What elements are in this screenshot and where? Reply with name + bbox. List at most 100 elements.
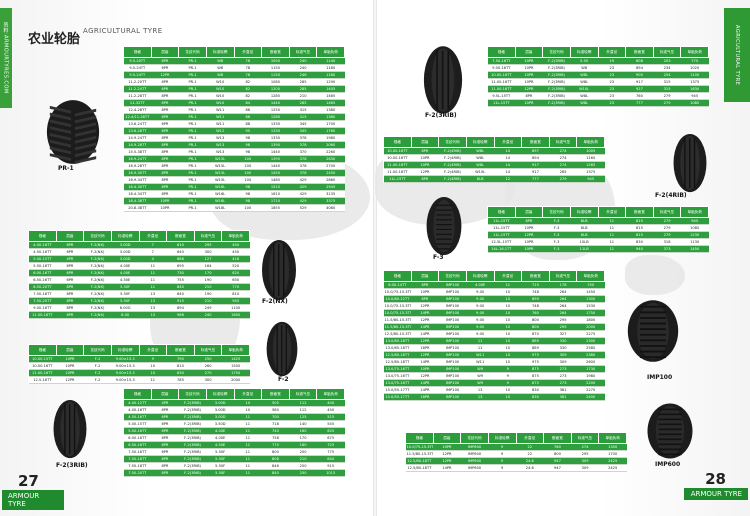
table-row: 13.0/75-16TT 14PR IMP100 W9 9 875 273 2200 xyxy=(383,379,605,387)
table-cell: 1750 xyxy=(576,309,605,317)
table-cell: 345 xyxy=(289,127,317,135)
column-header: 断面宽 xyxy=(166,344,195,356)
table-cell: F-2(3RIB) xyxy=(542,57,571,65)
table-cell: 7 xyxy=(139,248,167,256)
table-cell: 9.00-16TT xyxy=(487,64,516,72)
table-cell: IMP100 xyxy=(438,372,467,380)
table-cell: 1600 xyxy=(221,311,250,319)
column-header: 层级 xyxy=(514,46,544,58)
column-header: 标准气压 xyxy=(570,432,600,444)
table-cell: IMP100 xyxy=(438,365,467,373)
table-cell: 11 xyxy=(139,276,167,284)
table-cell: 12.4-28TT xyxy=(123,106,152,114)
table-cell: 9 xyxy=(488,457,516,465)
table-cell: PR-1 xyxy=(178,155,207,163)
table-cell: 10PR xyxy=(515,245,543,253)
table-row: 16.9-28TT 8PR PR-1 W15L 100 1440 378 2700 xyxy=(123,162,345,170)
table-cell: 1280 xyxy=(261,113,290,121)
table-row: 5.00-15TT 4PR F-2(NX) 3.00D 4 686 127 418 xyxy=(28,255,250,263)
table-cell: 775 xyxy=(261,441,290,449)
table-cell: 18.4-30TT xyxy=(123,183,152,191)
column-header: 外直径 xyxy=(597,206,627,218)
table-cell: 10.0/75-15.3TT xyxy=(405,443,434,451)
table-cell: 180 xyxy=(289,441,317,449)
table-cell: PR-1 xyxy=(178,127,207,135)
tire-label-f2-3rib-left: F-2(3RIB) xyxy=(56,462,88,469)
table-cell: 10 xyxy=(494,337,522,345)
table-cell: F-2(3RIB) xyxy=(178,455,207,463)
table-cell: 6PR xyxy=(151,413,179,421)
table-cell: 8LB xyxy=(570,224,598,232)
table-cell: 6PR xyxy=(151,85,179,93)
table-cell: 11 xyxy=(598,231,626,239)
table-cell: 8PR xyxy=(151,92,179,100)
column-header: 断面宽 xyxy=(625,206,654,218)
table-cell: 373 xyxy=(653,245,681,253)
table-cell: 8PR xyxy=(515,92,543,100)
table-cell: 889 xyxy=(521,344,550,352)
table-cell: 11 xyxy=(234,448,262,456)
table-cell: W15L xyxy=(206,155,234,163)
table-cell: 6.50-16TT xyxy=(123,441,152,449)
heading-english: AGRICULTURAL TYRE xyxy=(83,27,163,35)
table-cell: 830 xyxy=(521,393,550,401)
table-cell: 254 xyxy=(653,71,681,79)
table-cell: 12PR xyxy=(433,450,461,458)
table-cell: 274 xyxy=(549,161,577,169)
table-cell: W16L xyxy=(206,197,234,205)
column-header: 标准轮辋 xyxy=(465,136,495,148)
table-cell: 13.0/65-18TT xyxy=(383,344,412,352)
table-cell: 11L-15TT xyxy=(487,217,516,225)
table-cell: 13.0/75-16TT xyxy=(383,379,412,387)
spec-table: 规格 层级 花纹代码 标准轮辋 外直径 断面宽 标准气压 单胎负荷 4.00-16TT 6PR F-… xyxy=(28,230,250,319)
table-cell: 4PR xyxy=(56,255,84,263)
table-row: 10.00-16TT 8PR F-2(4RIB) W8L 14 897 274 1005 xyxy=(383,147,605,155)
table-cell: 1350 xyxy=(598,443,627,451)
table-header-row: 规格 层级 花纹代码 标准轮辋 外直径 断面宽 标准气压 单胎负荷 xyxy=(405,432,627,444)
table-cell: PR-1 xyxy=(178,190,207,198)
table-cell: 875 xyxy=(521,365,550,373)
table-cell: IMP100 xyxy=(438,330,467,338)
table-cell: IMP600 xyxy=(460,457,489,465)
table-cell: 378 xyxy=(289,155,317,163)
table-row: 11L-15TT 10PR F-2(3RIB) W8L 23 777 279 1080 xyxy=(487,99,709,107)
table-cell: 810 xyxy=(221,290,250,298)
table-cell: 8PR xyxy=(56,311,84,319)
table-cell: W15L xyxy=(206,162,234,170)
table-cell: 894 xyxy=(625,64,654,72)
column-header: 花纹代码 xyxy=(83,344,112,356)
column-header: 规格 xyxy=(28,344,57,356)
table-row: 7.50-18TT 8PR F-2(3RIB) 5.50F 11 846 250 915 xyxy=(123,462,345,470)
table-cell: 11.5/80-15.3TT xyxy=(383,323,412,331)
column-header: 规格 xyxy=(405,432,434,444)
table-cell: 740 xyxy=(261,427,290,435)
table-cell: 381 xyxy=(549,386,577,394)
table-row: 18.4-38TT 10PR PR-1 W16L 98 1710 429 3375 xyxy=(123,197,345,205)
column-header: 规格 xyxy=(383,270,412,282)
table-cell: 830 xyxy=(625,238,654,246)
table-cell: 830 xyxy=(166,369,195,377)
table-cell: 12.5/80-18TT xyxy=(405,464,434,472)
column-header: 断面宽 xyxy=(521,270,550,282)
table-cell: PR-1 xyxy=(178,99,207,107)
table-cell: 686 xyxy=(166,255,195,263)
table-cell: IMP100 xyxy=(438,302,467,310)
table-row: 18.4-30TT 8PR PR-1 W16L 98 1510 429 2945 xyxy=(123,183,345,191)
table-cell: 13.0/75-16TT xyxy=(383,365,412,373)
table-row: 10.0/75-15.3TT 10PR IMP600 9 22 760 274 1350 xyxy=(405,443,627,451)
table-cell: 10.0/75-15.3TT xyxy=(383,302,412,310)
table-cell: W8L xyxy=(466,161,494,169)
table-cell: 10PR xyxy=(515,78,543,86)
table-row: 15.0/55-17TT 16PR IMP100 13 10 830 381 2400 xyxy=(383,393,605,401)
table-cell: F-3 xyxy=(542,245,571,253)
table-cell: 1800 xyxy=(576,316,605,324)
table-cell: 12.5/80-18TT xyxy=(383,358,412,366)
table-cell: 1425 xyxy=(221,355,250,363)
table-cell: 1265 xyxy=(576,161,605,169)
table-cell: 300 xyxy=(194,248,222,256)
table-cell: 315 xyxy=(289,106,317,114)
table-cell: 12PR xyxy=(433,457,461,465)
table-cell: W8 xyxy=(206,57,234,65)
page-heading: 农业轮胎 AGRICULTURAL TYRE xyxy=(28,27,163,48)
table-cell: 86 xyxy=(234,113,262,121)
